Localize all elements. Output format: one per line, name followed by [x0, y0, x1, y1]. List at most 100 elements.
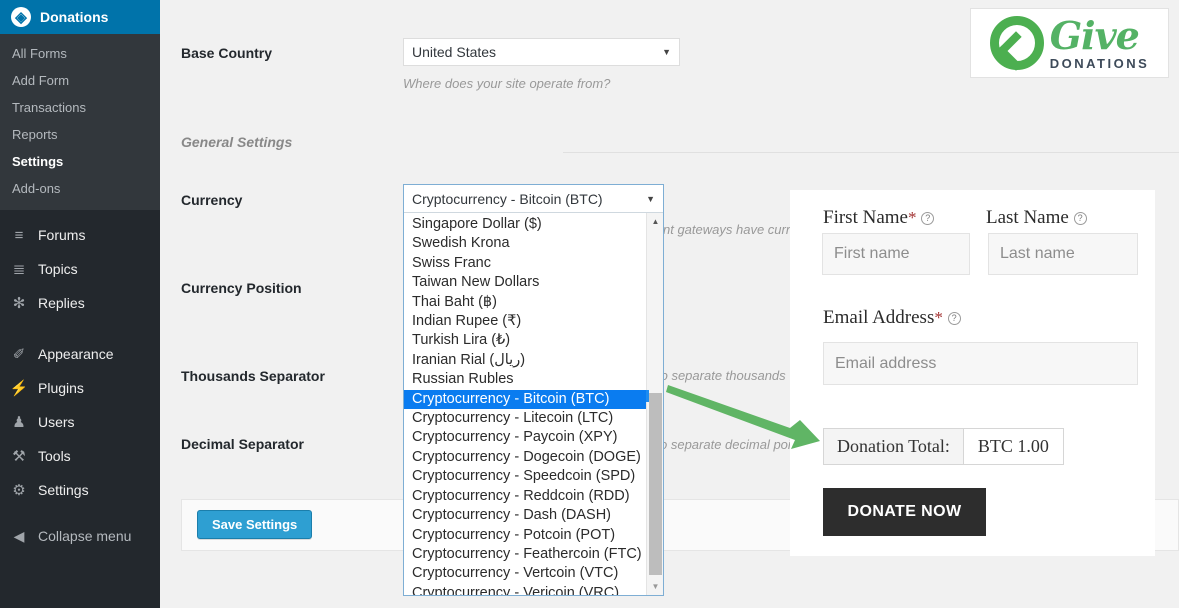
dropdown-option[interactable]: Cryptocurrency - Speedcoin (SPD) — [404, 467, 646, 486]
sidebar-group-system: ✐ Appearance ⚡ Plugins ♟ Users ⚒ Tools ⚙… — [0, 329, 160, 507]
sidebar-item-topics[interactable]: ≣ Topics — [0, 252, 160, 286]
question-mark-icon[interactable]: ? — [921, 212, 935, 225]
give-circle-icon: ◈ — [11, 7, 31, 27]
dropdown-option[interactable]: Cryptocurrency - Litecoin (LTC) — [404, 409, 646, 428]
donation-form-preview: First Name* ? First name Last Name ? Las… — [790, 190, 1155, 556]
give-donations-subtext: DONATIONS — [1049, 55, 1150, 71]
dropdown-option[interactable]: Indian Rupee (₹) — [404, 312, 646, 331]
section-general-settings: General Settings — [181, 134, 293, 150]
sidebar-item-add-form[interactable]: Add Form — [0, 67, 160, 94]
dropdown-option[interactable]: Swedish Krona — [404, 234, 646, 253]
dropdown-option[interactable]: Cryptocurrency - Vertcoin (VTC) — [404, 564, 646, 583]
dropdown-option[interactable]: Cryptocurrency - Dogecoin (DOGE) — [404, 448, 646, 467]
last-name-placeholder: Last name — [1000, 245, 1075, 262]
sidebar-item-replies[interactable]: ✻ Replies — [0, 286, 160, 320]
dropdown-option[interactable]: Thai Baht (฿) — [404, 293, 646, 312]
sidebar-item-plugins-label: Plugins — [38, 380, 84, 396]
dropdown-option[interactable]: Cryptocurrency - Feathercoin (FTC) — [404, 545, 646, 564]
sidebar-item-settings-wp[interactable]: ⚙ Settings — [0, 473, 160, 507]
label-base-country: Base Country — [181, 45, 273, 61]
give-wordmark: Give — [1049, 12, 1140, 58]
sidebar-item-plugins[interactable]: ⚡ Plugins — [0, 371, 160, 405]
first-name-required-mark: * — [907, 208, 917, 227]
question-mark-icon[interactable]: ? — [1073, 212, 1087, 225]
currency-option-list: Singapore Dollar ($) Swedish Krona Swiss… — [404, 213, 646, 595]
donations-submenu: All Forms Add Form Transactions Reports … — [0, 34, 160, 210]
sidebar-item-tools-label: Tools — [38, 448, 71, 464]
sidebar-item-forums[interactable]: ≡ Forums — [0, 218, 160, 252]
save-settings-button[interactable]: Save Settings — [197, 510, 313, 539]
first-name-placeholder: First name — [834, 245, 910, 262]
admin-sidebar: ◈ Donations All Forms Add Form Transacti… — [0, 0, 168, 608]
donate-now-button[interactable]: DONATE NOW — [823, 488, 986, 536]
sidebar-item-users-label: Users — [38, 414, 75, 430]
dropdown-option[interactable]: Cryptocurrency - Vericoin (VRC) — [404, 584, 646, 595]
sidebar-item-transactions[interactable]: Transactions — [0, 94, 160, 121]
email-label: Email Address — [823, 307, 935, 328]
email-input[interactable]: Email address — [823, 342, 1138, 385]
dropdown-option[interactable]: Cryptocurrency - Potcoin (POT) — [404, 526, 646, 545]
scroll-down-arrow-icon[interactable]: ▼ — [647, 578, 664, 595]
scroll-up-arrow-icon[interactable]: ▲ — [647, 213, 664, 230]
last-name-label-group: Last Name ? — [986, 207, 1087, 229]
sidebar-item-appearance[interactable]: ✐ Appearance — [0, 337, 160, 371]
users-icon: ♟ — [12, 413, 26, 431]
appearance-brush-icon: ✐ — [12, 345, 26, 363]
donation-total: Donation Total: BTC 1.00 — [823, 428, 1064, 465]
give-logo: Give DONATIONS — [970, 8, 1169, 78]
first-name-input[interactable]: First name — [822, 233, 970, 275]
base-country-select[interactable]: United States ▼ — [403, 38, 680, 66]
label-thousands-separator: Thousands Separator — [181, 368, 325, 384]
dropdown-option-selected[interactable]: Cryptocurrency - Bitcoin (BTC) — [404, 389, 646, 410]
give-g-leaf-icon — [989, 16, 1044, 70]
dropdown-option[interactable]: Russian Rubles — [404, 370, 646, 389]
sidebar-item-add-ons[interactable]: Add-ons — [0, 175, 160, 202]
currency-help: nt gateways have curre — [663, 222, 798, 237]
question-mark-icon[interactable]: ? — [947, 312, 961, 325]
sidebar-item-settings[interactable]: Settings — [0, 148, 160, 175]
dropdown-option[interactable]: Turkish Lira (₺) — [404, 331, 646, 350]
screen-root: ◈ Donations All Forms Add Form Transacti… — [0, 0, 1179, 608]
plugins-plug-icon: ⚡ — [9, 379, 29, 397]
label-currency-position: Currency Position — [181, 280, 302, 296]
sidebar-item-topics-label: Topics — [38, 261, 78, 277]
tools-wrench-icon: ⚒ — [12, 447, 26, 465]
topics-icon: ≣ — [12, 260, 26, 278]
section-divider — [563, 152, 1179, 153]
dropdown-option[interactable]: Swiss Franc — [404, 254, 646, 273]
decimal-separator-help: o separate decimal poi — [660, 437, 791, 452]
last-name-input[interactable]: Last name — [988, 233, 1138, 275]
base-country-value: United States — [412, 44, 497, 60]
donation-total-value[interactable]: BTC 1.00 — [963, 429, 1063, 464]
currency-dropdown-open[interactable]: Cryptocurrency - Bitcoin (BTC) ▼ Singapo… — [403, 184, 664, 596]
dropdown-option[interactable]: Cryptocurrency - Reddcoin (RDD) — [404, 487, 646, 506]
sidebar-item-all-forms[interactable]: All Forms — [0, 40, 160, 67]
dropdown-scrollbar[interactable]: ▲ ▼ — [646, 213, 663, 595]
sidebar-item-replies-label: Replies — [38, 295, 85, 311]
dropdown-option[interactable]: Singapore Dollar ($) — [404, 215, 646, 234]
sidebar-collapse-label: Collapse menu — [38, 528, 132, 544]
sidebar-item-appearance-label: Appearance — [38, 346, 114, 362]
currency-select-value: Cryptocurrency - Bitcoin (BTC) — [412, 190, 603, 207]
forums-icon: ≡ — [14, 226, 24, 244]
dropdown-option[interactable]: Taiwan New Dollars — [404, 273, 646, 292]
currency-select-current[interactable]: Cryptocurrency - Bitcoin (BTC) ▼ — [404, 185, 663, 213]
dropdown-option[interactable]: Iranian Rial (ريال) — [404, 351, 646, 370]
dropdown-option[interactable]: Cryptocurrency - Dash (DASH) — [404, 506, 646, 525]
sidebar-item-users[interactable]: ♟ Users — [0, 405, 160, 439]
scrollbar-thumb[interactable] — [649, 393, 662, 575]
label-decimal-separator: Decimal Separator — [181, 436, 304, 452]
sidebar-item-reports[interactable]: Reports — [0, 121, 160, 148]
settings-sliders-icon: ⚙ — [12, 481, 26, 499]
base-country-help: Where does your site operate from? — [403, 76, 611, 91]
dropdown-option[interactable]: Cryptocurrency - Paycoin (XPY) — [404, 428, 646, 447]
last-name-label: Last Name — [986, 207, 1069, 228]
sidebar-item-tools[interactable]: ⚒ Tools — [0, 439, 160, 473]
sidebar-brand-donations[interactable]: ◈ Donations — [0, 0, 168, 34]
sidebar-divider — [0, 320, 160, 329]
label-currency: Currency — [181, 192, 243, 208]
give-logo-text: Give DONATIONS — [1049, 12, 1150, 71]
sidebar-collapse-menu[interactable]: ◀ Collapse menu — [0, 519, 160, 553]
collapse-left-arrow-icon: ◀ — [13, 528, 25, 544]
email-required-mark: * — [934, 308, 943, 327]
